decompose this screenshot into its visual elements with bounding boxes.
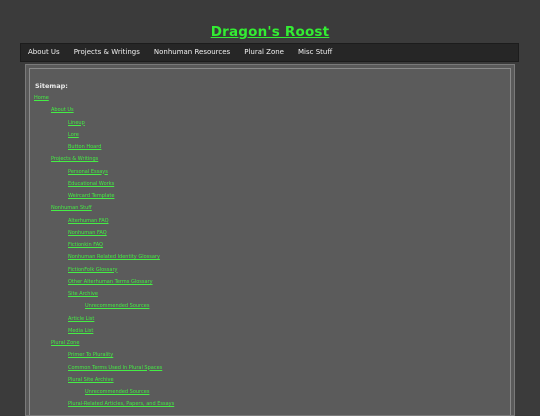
sitemap-link[interactable]: Alterhuman FAQ	[68, 218, 109, 224]
sitemap-link[interactable]: Plural Zone	[51, 340, 79, 346]
sitemap-link[interactable]: About Us	[51, 107, 74, 113]
sitemap-link[interactable]: Button Hoard	[68, 144, 101, 150]
nav-projects-writings[interactable]: Projects & Writings	[67, 44, 147, 61]
sitemap-link[interactable]: Nonhuman Stuff	[51, 205, 92, 211]
sitemap-link[interactable]: Article List	[68, 316, 94, 322]
sitemap-link[interactable]: Media List	[68, 328, 93, 334]
sitemap-link[interactable]: Lore	[68, 132, 79, 138]
nav-plural-zone[interactable]: Plural Zone	[237, 44, 291, 61]
sitemap-link[interactable]: Personal Essays	[68, 169, 108, 175]
sitemap-link[interactable]: Educational Works	[68, 181, 114, 187]
sitemap-link[interactable]: Projects & Writings	[51, 156, 98, 162]
sitemap-link[interactable]: Other Alterhuman Terms Glossary	[68, 279, 153, 285]
sitemap-link[interactable]: Weircard Template	[68, 193, 114, 199]
sitemap-link[interactable]: Common Terms Used In Plural Spaces	[68, 365, 162, 371]
sitemap-link[interactable]: Site Archive	[68, 291, 98, 297]
sitemap-link[interactable]: Nonhuman Related Identity Glossary	[68, 254, 160, 260]
sitemap-link[interactable]: Home	[34, 95, 49, 101]
site-header: Dragon's Roost	[0, 21, 540, 40]
sitemap-link[interactable]: Nonhuman FAQ	[68, 230, 107, 236]
content-panel: Sitemap: Home About Us Lineup Lore Button Ho…	[25, 64, 515, 416]
sitemap-link[interactable]: Lineup	[68, 120, 85, 126]
main-navbar: About Us Projects & Writings Nonhuman Re…	[20, 43, 519, 62]
sitemap-heading: Sitemap:	[35, 82, 68, 90]
sitemap-link[interactable]: Primer To Plurality	[68, 352, 113, 358]
nav-nonhuman-resources[interactable]: Nonhuman Resources	[147, 44, 237, 61]
nav-about-us[interactable]: About Us	[21, 44, 67, 61]
site-title-link[interactable]: Dragon's Roost	[211, 24, 330, 40]
sitemap-link[interactable]: Unrecommended Sources	[85, 303, 149, 309]
sitemap-link[interactable]: Unrecommended Sources	[85, 389, 149, 395]
sitemap-box: Sitemap: Home About Us Lineup Lore Button Ho…	[29, 68, 511, 415]
nav-misc-stuff[interactable]: Misc Stuff	[291, 44, 339, 61]
sitemap-link[interactable]: Fictionkin FAQ	[68, 242, 103, 248]
sitemap-link[interactable]: Plural Site Archive	[68, 377, 114, 383]
sitemap-link[interactable]: Plural-Related Articles, Papers, and Ess…	[68, 401, 174, 407]
sitemap-link[interactable]: FictionFolk Glossary	[68, 267, 117, 273]
